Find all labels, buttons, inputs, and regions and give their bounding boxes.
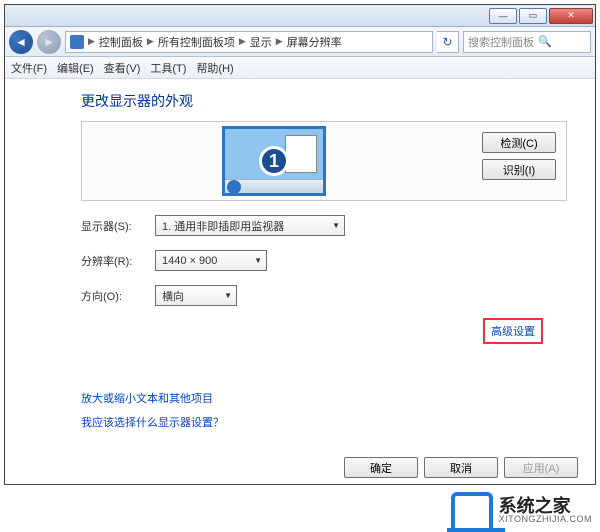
house-icon: [451, 492, 493, 528]
nav-toolbar: ◄ ► ▶ 控制面板 ▶ 所有控制面板项 ▶ 显示 ▶ 屏幕分辨率 ↻ 搜索控制…: [5, 27, 595, 57]
window-frame: — ▭ ✕ ◄ ► ▶ 控制面板 ▶ 所有控制面板项 ▶ 显示 ▶ 屏幕分辨率 …: [4, 4, 596, 485]
detect-button[interactable]: 检测(C): [482, 132, 556, 153]
chevron-down-icon: ▼: [254, 256, 262, 265]
monitor-number-badge: 1: [259, 146, 289, 176]
chevron-right-icon: ▶: [276, 36, 283, 47]
apply-button: 应用(A): [504, 457, 578, 478]
chevron-right-icon: ▶: [239, 36, 246, 47]
display-preview: 1 检测(C) 识别(I): [81, 121, 567, 201]
display-label: 显示器(S):: [81, 218, 155, 234]
resolution-label: 分辨率(R):: [81, 253, 155, 269]
titlebar: — ▭ ✕: [5, 5, 595, 27]
content-area: 更改显示器的外观 1 检测(C) 识别(I) 显示器(S): 1. 通用非即插即…: [5, 79, 595, 430]
search-icon: 🔍: [538, 35, 552, 48]
back-button[interactable]: ◄: [9, 30, 33, 54]
orientation-select[interactable]: 横向 ▼: [155, 285, 237, 306]
search-input[interactable]: 搜索控制面板 🔍: [463, 31, 591, 53]
breadcrumb[interactable]: ▶ 控制面板 ▶ 所有控制面板项 ▶ 显示 ▶ 屏幕分辨率: [65, 31, 433, 53]
resolution-value: 1440 × 900: [162, 255, 217, 267]
display-select[interactable]: 1. 通用非即插即用监视器 ▼: [155, 215, 345, 236]
zoom-text-link[interactable]: 放大或缩小文本和其他项目: [81, 390, 567, 406]
menu-help[interactable]: 帮助(H): [196, 60, 233, 76]
menubar: 文件(F) 编辑(E) 查看(V) 工具(T) 帮助(H): [5, 57, 595, 79]
maximize-button[interactable]: ▭: [519, 8, 547, 24]
refresh-button[interactable]: ↻: [437, 31, 459, 53]
crumb-item[interactable]: 显示: [250, 34, 272, 50]
crumb-item[interactable]: 所有控制面板项: [158, 34, 235, 50]
chevron-right-icon: ▶: [88, 36, 95, 47]
watermark-url: XITONGZHIJIA.COM: [499, 515, 592, 524]
search-placeholder: 搜索控制面板: [468, 34, 534, 50]
monitor-thumbnail[interactable]: 1: [222, 126, 326, 196]
minimize-button[interactable]: —: [489, 8, 517, 24]
chevron-right-icon: ▶: [147, 36, 154, 47]
orientation-label: 方向(O):: [81, 288, 155, 304]
crumb-item[interactable]: 屏幕分辨率: [287, 34, 342, 50]
watermark-title: 系统之家: [499, 497, 592, 515]
page-title: 更改显示器的外观: [81, 91, 567, 111]
taskbar-mini-icon: [225, 179, 323, 193]
identify-button[interactable]: 识别(I): [482, 159, 556, 180]
window-mini-icon: [285, 135, 317, 173]
chevron-down-icon: ▼: [224, 291, 232, 300]
menu-tools[interactable]: 工具(T): [150, 60, 186, 76]
close-button[interactable]: ✕: [549, 8, 593, 24]
menu-file[interactable]: 文件(F): [11, 60, 47, 76]
menu-view[interactable]: 查看(V): [104, 60, 141, 76]
chevron-down-icon: ▼: [332, 221, 340, 230]
watermark: 系统之家 XITONGZHIJIA.COM: [451, 492, 592, 528]
forward-button: ►: [37, 30, 61, 54]
orientation-value: 横向: [162, 288, 184, 304]
which-settings-link[interactable]: 我应该选择什么显示器设置？: [81, 414, 567, 430]
crumb-item[interactable]: 控制面板: [99, 34, 143, 50]
resolution-select[interactable]: 1440 × 900 ▼: [155, 250, 267, 271]
display-value: 1. 通用非即插即用监视器: [162, 218, 284, 234]
advanced-settings-link[interactable]: 高级设置: [483, 318, 543, 344]
control-panel-icon: [70, 35, 84, 49]
dialog-buttons: 确定 取消 应用(A): [344, 457, 578, 478]
cancel-button[interactable]: 取消: [424, 457, 498, 478]
ok-button[interactable]: 确定: [344, 457, 418, 478]
menu-edit[interactable]: 编辑(E): [57, 60, 94, 76]
